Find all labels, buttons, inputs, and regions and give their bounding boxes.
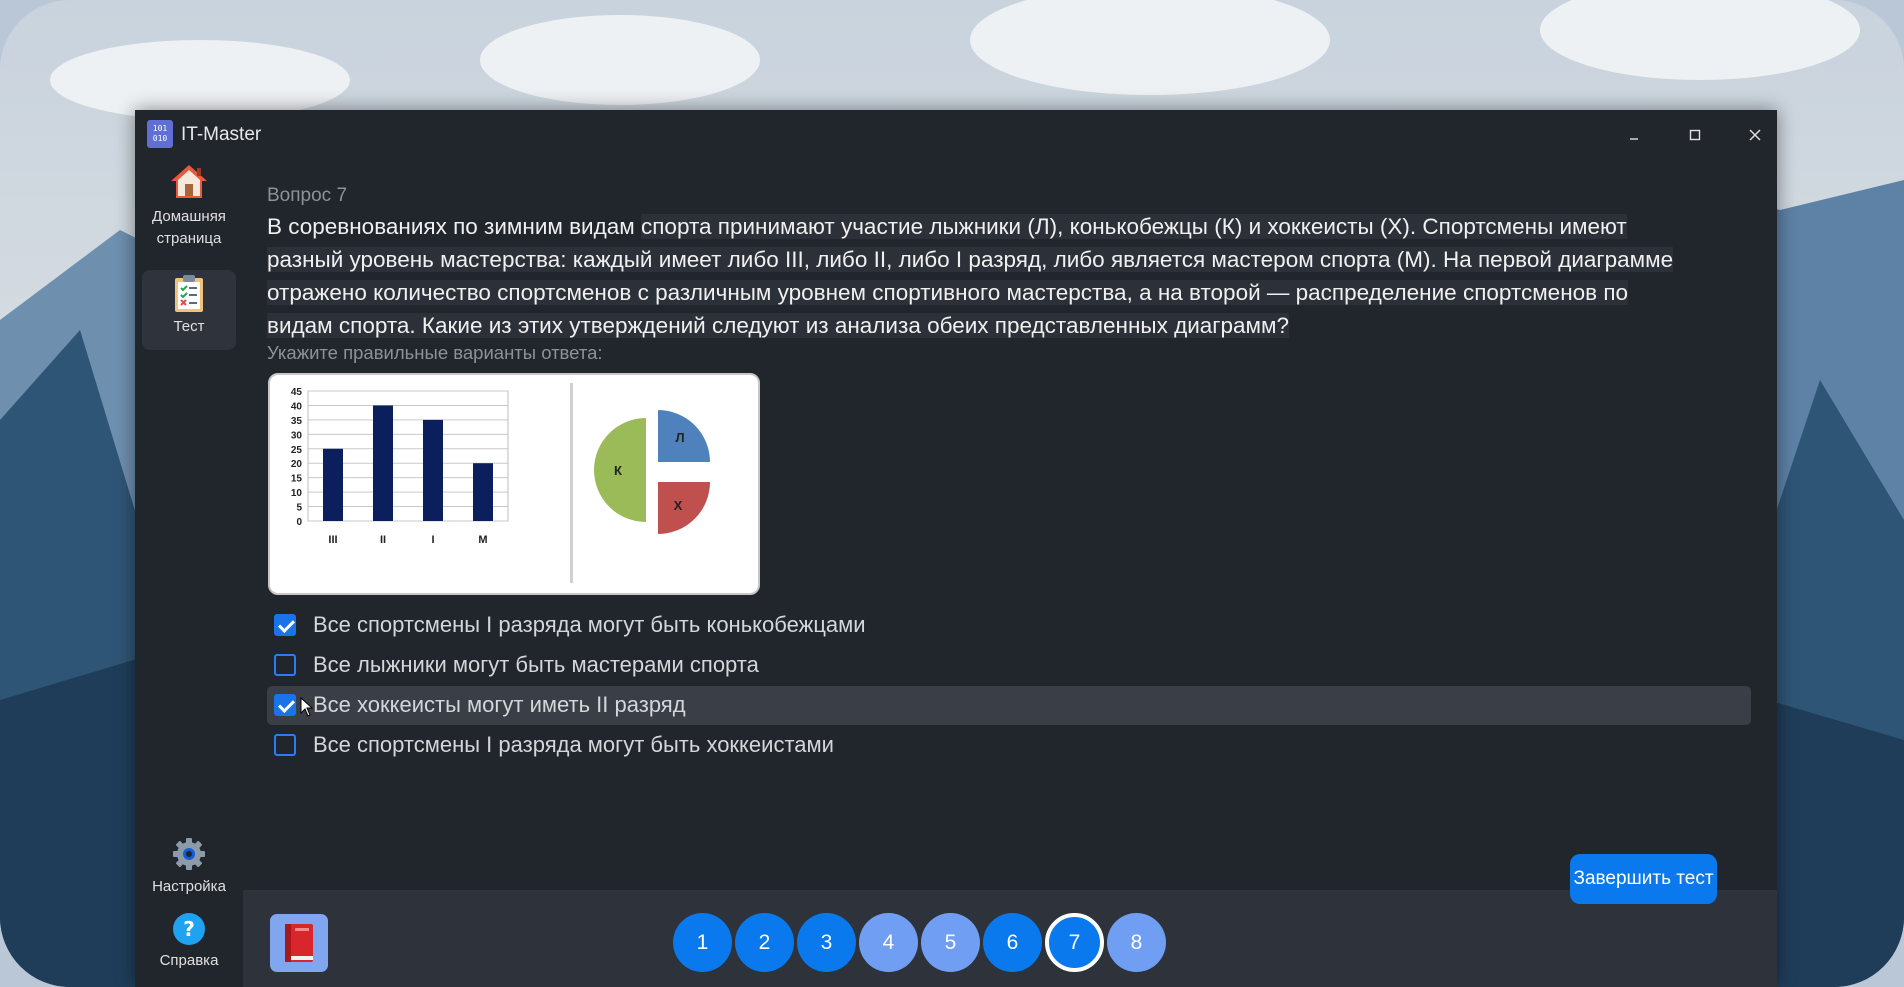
y-tick-label: 10: [291, 488, 303, 499]
app-title: IT-Master: [181, 124, 262, 145]
y-tick-label: 25: [291, 445, 303, 456]
question-text-start: В соревнованиях по зимним видам: [267, 214, 641, 239]
pie-slice: [658, 482, 710, 534]
gear-icon: [173, 838, 205, 870]
answer-option[interactable]: Все спортсмены I разряда могут быть хокк…: [267, 726, 1751, 765]
answer-checkbox[interactable]: [274, 614, 296, 636]
y-tick-label: 45: [291, 387, 303, 398]
sidebar-item-label: Тест: [173, 318, 205, 335]
page-button-1[interactable]: 1: [673, 913, 732, 972]
pie-label: Л: [675, 430, 684, 445]
page-button-3[interactable]: 3: [797, 913, 856, 972]
pie-label: Х: [674, 498, 683, 513]
answer-checkbox[interactable]: [274, 654, 296, 676]
pie-chart: К Л Х: [594, 410, 710, 534]
bar: [323, 448, 343, 521]
mouse-cursor-icon: [300, 697, 314, 717]
sidebar-item-home[interactable]: Домашняя страница: [142, 162, 236, 250]
title-bar[interactable]: 101 010 IT-Master: [135, 110, 1777, 160]
bottom-toolbar: 12345678: [243, 890, 1777, 987]
y-tick-label: 40: [291, 401, 303, 412]
bar: [373, 405, 393, 521]
y-tick-label: 15: [291, 474, 303, 485]
sidebar-item-label: Домашняя страница: [152, 208, 226, 247]
close-icon: [1749, 129, 1761, 141]
y-tick-label: 35: [291, 416, 303, 427]
answer-options: Все спортсмены I разряда могут быть конь…: [267, 606, 1751, 766]
help-icon: ?: [173, 913, 205, 945]
pie-label: К: [614, 463, 622, 478]
question-figure: 0 5 10 15 20 25 30 35 40 45 III II I M КЛХ: [268, 373, 760, 595]
page-button-5[interactable]: 5: [921, 913, 980, 972]
page-button-6[interactable]: 6: [983, 913, 1042, 972]
x-tick-label: M: [478, 534, 487, 546]
page-button-2[interactable]: 2: [735, 913, 794, 972]
minimize-icon: [1630, 138, 1638, 140]
bar: [473, 463, 493, 521]
page-button-4[interactable]: 4: [859, 913, 918, 972]
test-clipboard-icon: [175, 275, 203, 312]
answer-label[interactable]: Все спортсмены I разряда могут быть хокк…: [313, 732, 834, 758]
x-tick-label: II: [380, 534, 386, 546]
y-tick-label: 0: [296, 517, 302, 528]
answer-hint: Укажите правильные варианты ответа:: [267, 342, 603, 363]
page-button-7[interactable]: 7: [1045, 913, 1104, 972]
page-button-8[interactable]: 8: [1107, 913, 1166, 972]
app-window: 101 010 IT-Master Домашняя страница Тест…: [135, 110, 1777, 987]
answer-option[interactable]: Все лыжники могут быть мастерами спорта: [267, 646, 1751, 685]
sidebar-item-help[interactable]: ? Справка: [142, 912, 236, 972]
bar-chart: 051015202530354045III II I M: [291, 387, 509, 546]
sidebar-item-test[interactable]: Тест: [142, 270, 236, 350]
figure-divider: [570, 383, 573, 583]
maximize-icon: [1689, 129, 1701, 141]
minimize-button[interactable]: [1615, 120, 1655, 150]
bar: [423, 419, 443, 521]
y-tick-label: 30: [291, 430, 303, 441]
svg-text:?: ?: [183, 917, 195, 941]
answer-label[interactable]: Все спортсмены I разряда могут быть конь…: [313, 612, 866, 638]
answer-checkbox[interactable]: [274, 694, 296, 716]
sidebar-item-label: Настройка: [152, 878, 226, 895]
answer-label[interactable]: Все лыжники могут быть мастерами спорта: [313, 652, 759, 678]
book-icon: [285, 924, 313, 962]
finish-test-button[interactable]: Завершить тест: [1570, 854, 1717, 904]
answer-checkbox[interactable]: [274, 734, 296, 756]
y-tick-label: 20: [291, 459, 303, 470]
x-tick-label: I: [431, 534, 434, 546]
sidebar-item-settings[interactable]: Настройка: [142, 836, 236, 898]
question-text: В соревнованиях по зимним видам спорта п…: [267, 210, 1687, 342]
close-button[interactable]: [1735, 120, 1775, 150]
maximize-button[interactable]: [1675, 120, 1715, 150]
x-tick-label: III: [328, 534, 337, 546]
sidebar-item-label: Справка: [159, 952, 219, 969]
answer-label[interactable]: Все хоккеисты могут иметь II разряд: [313, 692, 686, 718]
answer-option[interactable]: Все спортсмены I разряда могут быть конь…: [267, 606, 1751, 645]
app-logo-icon: 101 010: [147, 120, 173, 148]
question-number: Вопрос 7: [267, 185, 348, 206]
reference-book-button[interactable]: [270, 914, 328, 972]
home-icon: [171, 165, 207, 198]
y-tick-label: 5: [296, 503, 302, 514]
answer-option[interactable]: Все хоккеисты могут иметь II разряд: [267, 686, 1751, 725]
